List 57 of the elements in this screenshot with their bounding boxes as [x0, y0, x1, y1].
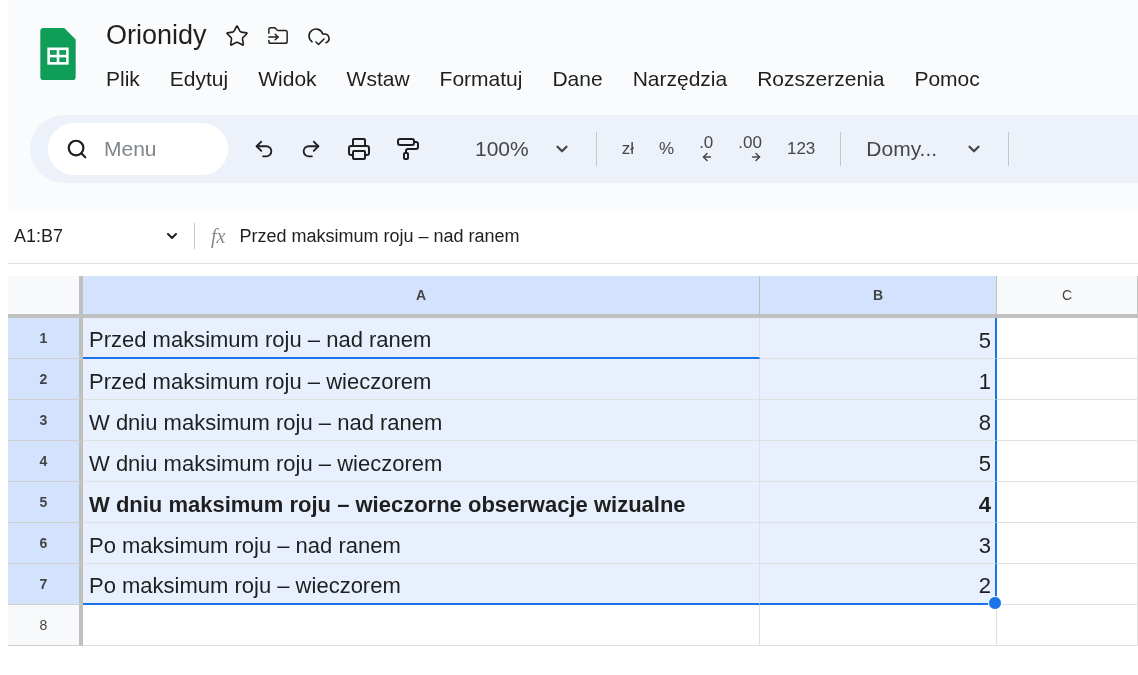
table-cell: 3 — [760, 523, 997, 564]
menu-item[interactable]: Plik — [106, 67, 140, 91]
table-cell: 5 — [760, 441, 997, 482]
row-header[interactable]: 7 — [8, 564, 83, 605]
fx-label: fx — [211, 224, 226, 248]
increase-decimals-button[interactable]: .00 — [738, 135, 762, 163]
formula-text[interactable]: Przed maksimum roju – nad ranem — [239, 225, 520, 247]
spreadsheet-logo[interactable] — [40, 28, 76, 80]
font-dropdown[interactable]: Domy... — [866, 137, 984, 161]
redo-icon[interactable] — [300, 138, 322, 160]
move-folder-icon[interactable] — [266, 24, 289, 47]
row-header[interactable]: 2 — [8, 359, 83, 400]
menu-item[interactable]: Widok — [258, 67, 317, 91]
table-cell: W dniu maksimum roju – nad ranem — [83, 400, 760, 441]
menu-item[interactable]: Rozszerzenia — [757, 67, 885, 91]
document-title[interactable]: Orionidy — [106, 20, 207, 51]
menu-search-field[interactable]: Menu — [48, 123, 228, 175]
column-header[interactable]: A — [83, 276, 760, 318]
table-cell: 1 — [760, 359, 997, 400]
row-header[interactable]: 6 — [8, 523, 83, 564]
table-cell: 8 — [760, 400, 997, 441]
menu-item[interactable]: Formatuj — [439, 67, 523, 91]
print-icon[interactable] — [347, 137, 371, 161]
menu-item[interactable]: Dane — [552, 67, 603, 91]
star-icon[interactable] — [224, 23, 249, 48]
currency-format-button[interactable]: zł — [621, 139, 634, 159]
decrease-decimals-button[interactable]: .0 — [699, 135, 714, 163]
zoom-dropdown[interactable]: 100% — [475, 137, 571, 161]
table-cell: Przed maksimum roju – nad ranem — [83, 318, 760, 359]
table-cell: W dniu maksimum roju – wieczorem — [83, 441, 760, 482]
percent-format-button[interactable]: % — [659, 139, 675, 159]
fill-handle[interactable] — [988, 596, 1002, 610]
row-header[interactable]: 5 — [8, 482, 83, 523]
row-header[interactable]: 4 — [8, 441, 83, 482]
column-header[interactable]: C — [997, 276, 1138, 318]
search-input[interactable]: Menu — [102, 136, 216, 162]
arrow-left-icon — [701, 151, 714, 163]
table-cell: Po maksimum roju – nad ranem — [83, 523, 760, 564]
undo-icon[interactable] — [253, 138, 275, 160]
table-cell: Przed maksimum roju – wieczorem — [83, 359, 760, 400]
arrow-right-icon — [749, 151, 762, 163]
table-cell: Po maksimum roju – wieczorem — [83, 564, 760, 605]
name-box[interactable]: A1:B7 — [8, 225, 164, 247]
menu-item[interactable]: Edytuj — [169, 67, 229, 91]
row-header[interactable]: 1 — [8, 318, 83, 359]
number-format-button[interactable]: 123 — [786, 139, 816, 159]
menu-item[interactable]: Pomoc — [914, 67, 980, 91]
paint-format-icon[interactable] — [396, 137, 420, 161]
row-header[interactable]: 8 — [8, 605, 83, 646]
menu-item[interactable]: Wstaw — [346, 67, 410, 91]
menu-item[interactable]: Narzędzia — [632, 67, 728, 91]
table-cell: 4 — [760, 482, 997, 523]
table-cell: W dniu maksimum roju – wieczorne obserwacje wizualne — [83, 482, 760, 523]
row-header[interactable]: 3 — [8, 400, 83, 441]
table-cell: 5 — [760, 318, 997, 359]
search-icon — [66, 138, 88, 160]
column-header[interactable]: B — [760, 276, 997, 318]
